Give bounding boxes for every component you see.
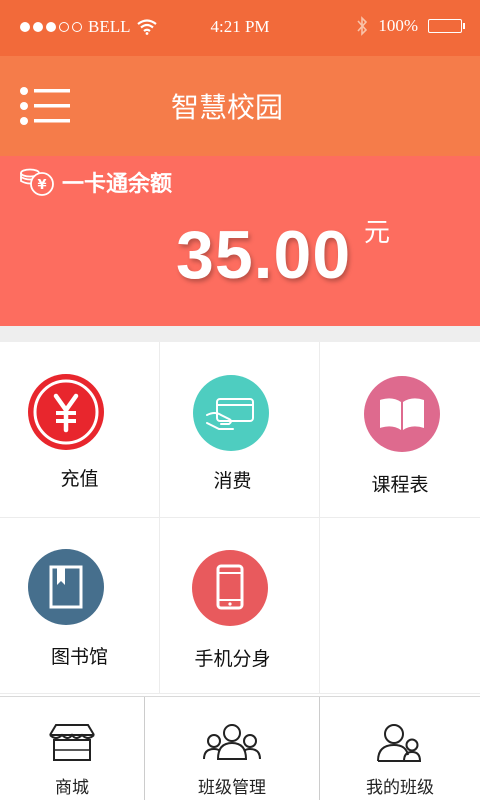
grid-item-schedule[interactable]: 课程表 <box>320 342 480 518</box>
tab-label: 班级管理 <box>198 778 266 798</box>
grid-label: 消费 <box>213 470 252 492</box>
battery-percent: 100% <box>378 16 418 35</box>
grid-item-empty <box>320 518 480 694</box>
grid-item-library[interactable]: 图书馆 <box>0 518 160 694</box>
balance-panel: ¥ 一卡通余额 35.00 元 <box>0 156 480 326</box>
grid-label: 充值 <box>60 468 99 490</box>
coins-icon: ¥ <box>20 168 54 196</box>
tab-store[interactable]: 商城 <box>0 697 145 800</box>
page-title: 智慧校园 <box>170 91 283 124</box>
status-bar: BELL 4:21 PM 100% <box>0 0 480 56</box>
status-right: 100% <box>356 16 465 36</box>
store-icon <box>0 723 144 763</box>
balance-unit: 元 <box>364 218 391 248</box>
grid-label: 课程表 <box>371 474 429 496</box>
balance-amount: 35.00 <box>176 217 352 293</box>
grid-label: 图书馆 <box>50 646 108 668</box>
balance-header: ¥ 一卡通余额 <box>20 166 172 198</box>
tab-class-management[interactable]: 班级管理 <box>145 697 320 800</box>
grid-label: 手机分身 <box>194 648 271 670</box>
tab-label: 我的班级 <box>366 778 434 798</box>
section-divider <box>0 326 480 342</box>
balance-label: 一卡通余额 <box>62 172 173 197</box>
users-icon <box>320 723 480 763</box>
tab-bar: 商城 班级管理 我的班级 <box>0 696 480 800</box>
tab-label: 商城 <box>55 778 89 798</box>
library-book-icon <box>28 549 104 625</box>
phone-icon <box>192 550 268 626</box>
grid-item-consume[interactable]: 消费 <box>146 342 320 518</box>
book-open-icon <box>364 376 440 452</box>
svg-text:¥: ¥ <box>37 178 46 193</box>
grid-item-phone-clone[interactable]: 手机分身 <box>146 518 320 694</box>
yen-icon <box>28 374 104 450</box>
battery-icon <box>428 19 465 33</box>
function-grid: 充值 消费 课程表 图书馆 手机分身 <box>0 342 480 696</box>
card-icon <box>193 375 269 451</box>
bluetooth-icon <box>357 16 368 36</box>
grid-item-recharge[interactable]: 充值 <box>0 342 160 518</box>
nav-bar: 智慧校园 <box>0 56 480 156</box>
group-icon <box>145 723 319 763</box>
tab-my-class[interactable]: 我的班级 <box>320 697 480 800</box>
